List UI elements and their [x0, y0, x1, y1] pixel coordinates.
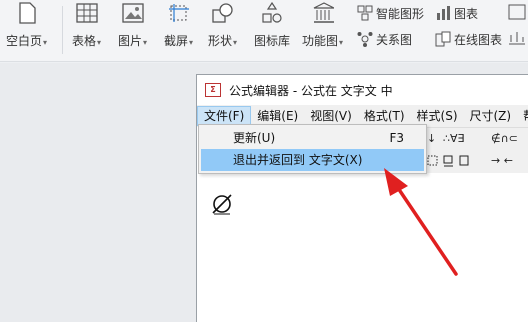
function-chart-button[interactable]: 功能图▾	[302, 2, 343, 49]
shapes-icon	[211, 2, 234, 24]
menu-item-exit-return[interactable]: 退出并返回到 文字文(X)	[201, 149, 424, 171]
blank-page-label: 空白页	[6, 34, 43, 48]
blank-page-icon	[16, 2, 38, 24]
palette-arrow[interactable]: ↓	[427, 132, 436, 145]
menu-item-update[interactable]: 更新(U) F3	[201, 127, 424, 149]
smart-shape-icon	[356, 4, 374, 22]
smart-shape-label: 智能图形	[376, 6, 425, 21]
function-chart-icon	[312, 2, 334, 24]
icon-library-label: 图标库	[254, 34, 291, 48]
picture-label: 图片	[118, 34, 143, 48]
menu-item-exit-return-label: 退出并返回到 文字文(X)	[233, 153, 363, 167]
shapes-button[interactable]: 形状▾	[208, 2, 237, 49]
equation-canvas[interactable]	[197, 173, 528, 322]
icon-library-icon	[261, 2, 283, 24]
palette-template-icon[interactable]	[443, 155, 473, 170]
table-icon	[75, 2, 98, 24]
palette-arrow-symbols[interactable]: → ←	[491, 154, 513, 167]
equation-editor-app-icon: Σ	[205, 83, 221, 97]
chart-button[interactable]: 图表	[434, 4, 478, 22]
menu-edit[interactable]: 编辑(E)	[251, 106, 304, 126]
equation-editor-window: Σ 公式编辑器 - 公式在 文字文 中 文件(F) 编辑(E) 视图(V) 格式…	[196, 74, 528, 322]
file-dropdown-menu: 更新(U) F3 退出并返回到 文字文(X)	[198, 124, 427, 174]
chart-label: 图表	[454, 6, 479, 21]
table-button[interactable]: 表格▾	[72, 2, 101, 49]
overflow-icon[interactable]	[508, 30, 526, 46]
smart-shape-button[interactable]: 智能图形	[356, 4, 424, 22]
menu-size[interactable]: 尺寸(Z)	[464, 106, 518, 126]
menu-view[interactable]: 视图(V)	[304, 106, 358, 126]
empty-set-icon	[212, 194, 232, 215]
function-chart-label: 功能图	[302, 34, 339, 48]
picture-icon	[121, 2, 144, 24]
palette-template-icon[interactable]	[427, 155, 439, 170]
online-chart-label: 在线图表	[454, 32, 503, 47]
ribbon-toolbar: 空白页▾ 表格▾ 图片▾ 截屏▾ 形状▾ 图标库 功能图▾ 智能图形 图表 关系…	[0, 0, 528, 62]
editor-title: 公式编辑器 - 公式在 文字文 中	[229, 83, 393, 98]
symbol-palette: ↓ ∴∀∃ ∉∩⊂ → ←	[425, 127, 528, 173]
menu-style[interactable]: 样式(S)	[411, 106, 464, 126]
menu-format[interactable]: 格式(T)	[358, 106, 411, 126]
shapes-label: 形状	[208, 34, 233, 48]
menu-help[interactable]: 帮	[517, 106, 528, 126]
menu-item-update-shortcut: F3	[389, 131, 404, 145]
blank-page-button[interactable]: 空白页▾	[6, 2, 47, 49]
editor-titlebar: Σ 公式编辑器 - 公式在 文字文 中	[197, 75, 528, 105]
table-label: 表格	[72, 34, 97, 48]
palette-logic-symbols[interactable]: ∴∀∃	[443, 132, 464, 145]
relation-chart-icon	[356, 30, 374, 48]
relation-chart-label: 关系图	[376, 32, 413, 47]
ribbon-divider	[62, 6, 63, 54]
chart-icon	[434, 4, 452, 22]
palette-set-symbols[interactable]: ∉∩⊂	[491, 132, 518, 145]
relation-chart-button[interactable]: 关系图	[356, 30, 412, 48]
menu-file[interactable]: 文件(F)	[197, 106, 252, 126]
online-chart-icon	[434, 30, 452, 48]
screenshot-icon	[168, 2, 190, 24]
picture-button[interactable]: 图片▾	[118, 2, 147, 49]
overflow-icon[interactable]	[508, 4, 526, 20]
icon-library-button[interactable]: 图标库	[254, 2, 290, 49]
screenshot-label: 截屏	[164, 34, 189, 48]
online-chart-button[interactable]: 在线图表	[434, 30, 502, 48]
menu-item-update-label: 更新(U)	[233, 131, 276, 145]
screenshot-button[interactable]: 截屏▾	[164, 2, 193, 49]
